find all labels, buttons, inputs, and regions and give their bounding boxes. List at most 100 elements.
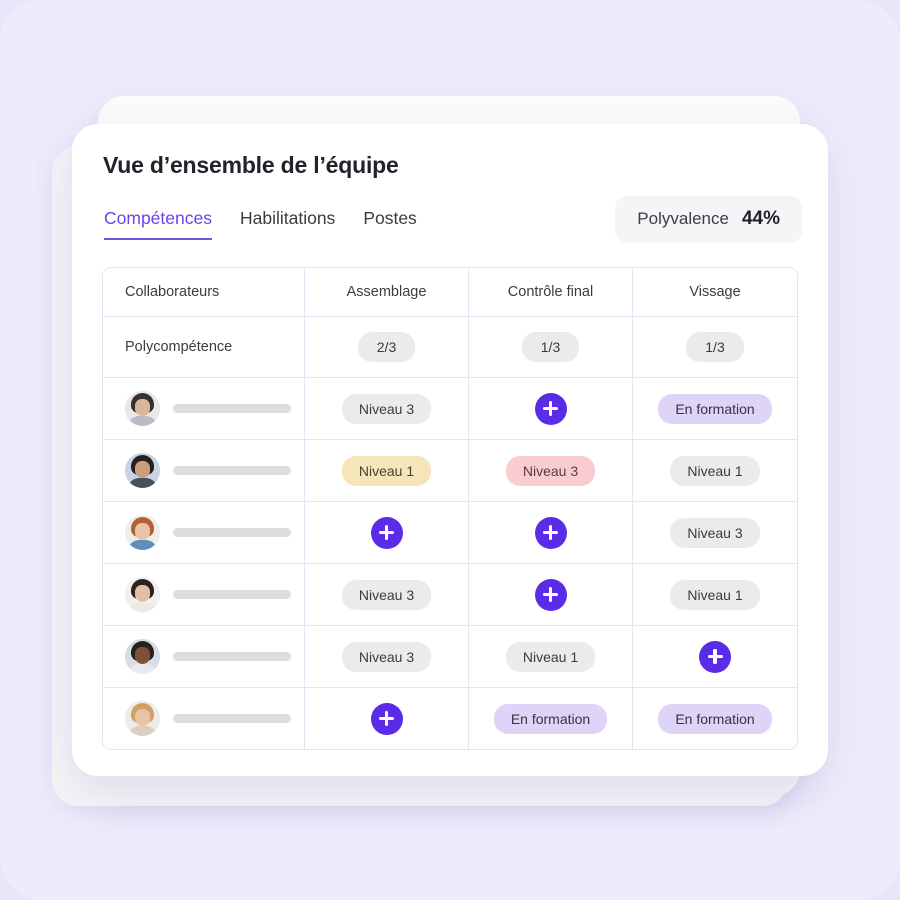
- collaborator: [125, 639, 291, 674]
- skill-chip[interactable]: Niveau 3: [341, 579, 432, 610]
- avatar-body: [128, 416, 157, 426]
- avatar-body: [128, 664, 157, 674]
- skill-cell: En formation: [633, 378, 797, 439]
- tabs-group: Compétences Habilitations Postes: [102, 208, 417, 240]
- avatar-face: [135, 647, 150, 664]
- avatar[interactable]: [125, 639, 160, 674]
- polycompetence-row: Polycompétence 2/3 1/3 1/3: [103, 317, 797, 378]
- add-skill-button[interactable]: [699, 640, 731, 673]
- skill-chip[interactable]: En formation: [493, 703, 608, 734]
- add-skill-button[interactable]: [534, 578, 567, 611]
- collaborator-name-placeholder: [173, 652, 291, 661]
- skill-chip[interactable]: Niveau 3: [341, 393, 432, 424]
- polyvalence-label: Polyvalence: [637, 209, 729, 228]
- collaborator-cell: [103, 378, 305, 439]
- header-label: Vissage: [689, 284, 741, 300]
- polyvalence-badge: Polyvalence 44%: [615, 196, 802, 243]
- skill-cell: En formation: [469, 688, 633, 749]
- collaborator: [125, 391, 291, 426]
- collaborator-cell: [103, 564, 305, 625]
- avatar-body: [128, 726, 157, 736]
- table-body: Niveau 3 En formation Niveau 1 Niveau 3 Nive…: [103, 378, 797, 749]
- table-row: Niveau 1 Niveau 3 Niveau 1: [103, 440, 797, 502]
- skill-chip[interactable]: Niveau 3: [505, 455, 596, 486]
- polycompetence-controle-cell: 1/3: [469, 317, 633, 377]
- add-skill-button[interactable]: [534, 392, 567, 425]
- skill-cell: Niveau 1: [305, 440, 469, 501]
- page-title: Vue d’ensemble de l’équipe: [103, 152, 399, 178]
- skill-chip[interactable]: Niveau 1: [505, 641, 596, 672]
- avatar-face: [135, 523, 150, 540]
- ratio-chip: 2/3: [357, 332, 416, 362]
- tab-postes[interactable]: Postes: [363, 208, 417, 238]
- add-skill-button[interactable]: [370, 702, 403, 735]
- table-row: En formation En formation: [103, 688, 797, 749]
- avatar[interactable]: [125, 453, 160, 488]
- avatar[interactable]: [125, 391, 160, 426]
- table-row: Niveau 3 Niveau 1: [103, 564, 797, 626]
- collaborator: [125, 453, 291, 488]
- collaborator-name-placeholder: [173, 466, 291, 475]
- skill-cell: En formation: [633, 688, 797, 749]
- header-collaborateurs: Collaborateurs: [103, 268, 305, 316]
- header-label: Collaborateurs: [125, 284, 220, 300]
- collaborator: [125, 577, 291, 612]
- add-skill-button[interactable]: [534, 516, 567, 549]
- skill-chip[interactable]: En formation: [658, 703, 772, 734]
- header-controle-final: Contrôle final: [469, 268, 633, 316]
- skill-cell: Niveau 3: [305, 378, 469, 439]
- add-skill-button[interactable]: [370, 516, 403, 549]
- header-vissage: Vissage: [633, 268, 797, 316]
- polyvalence-value: 44%: [741, 208, 780, 229]
- skill-chip[interactable]: Niveau 1: [670, 455, 760, 486]
- skill-cell: Niveau 1: [633, 440, 797, 501]
- collaborator: [125, 701, 291, 736]
- team-overview-card: Vue d’ensemble de l’équipe Compétences H…: [72, 124, 828, 776]
- collaborator-cell: [103, 440, 305, 501]
- avatar-body: [128, 602, 157, 612]
- collaborator-cell: [103, 502, 305, 563]
- header-label: Assemblage: [346, 284, 427, 300]
- table-header-row: Collaborateurs Assemblage Contrôle final…: [103, 268, 797, 317]
- header-assemblage: Assemblage: [305, 268, 469, 316]
- avatar[interactable]: [125, 577, 160, 612]
- skill-cell: [469, 378, 633, 439]
- tab-competences[interactable]: Compétences: [104, 208, 212, 240]
- avatar-face: [135, 585, 150, 602]
- avatar-body: [128, 478, 157, 488]
- avatar-face: [135, 461, 150, 478]
- table-row: Niveau 3: [103, 502, 797, 564]
- skill-cell: [305, 688, 469, 749]
- ratio-chip: 1/3: [686, 332, 744, 362]
- polycompetence-label: Polycompétence: [125, 339, 233, 355]
- avatar[interactable]: [125, 515, 160, 550]
- skill-chip[interactable]: Niveau 3: [341, 641, 432, 672]
- collaborator: [125, 515, 291, 550]
- skill-cell: Niveau 3: [305, 626, 469, 687]
- collaborator-name-placeholder: [173, 404, 291, 413]
- polycompetence-label-cell: Polycompétence: [103, 317, 305, 377]
- skill-chip[interactable]: Niveau 3: [670, 517, 760, 548]
- skill-cell: [633, 626, 797, 687]
- tab-bar: Compétences Habilitations Postes Polyval…: [102, 196, 802, 248]
- skills-table: Collaborateurs Assemblage Contrôle final…: [102, 267, 798, 750]
- table-row: Niveau 3 Niveau 1: [103, 626, 797, 688]
- polycompetence-assemblage-cell: 2/3: [305, 317, 469, 377]
- page-root: Vue d’ensemble de l’équipe Compétences H…: [0, 0, 900, 900]
- ratio-chip: 1/3: [521, 332, 580, 362]
- skill-chip[interactable]: Niveau 1: [341, 455, 432, 486]
- skill-cell: Niveau 3: [469, 440, 633, 501]
- table-row: Niveau 3 En formation: [103, 378, 797, 440]
- skill-cell: [469, 564, 633, 625]
- polycompetence-vissage-cell: 1/3: [633, 317, 797, 377]
- avatar-face: [135, 709, 150, 726]
- skill-cell: Niveau 1: [633, 564, 797, 625]
- collaborator-name-placeholder: [173, 714, 291, 723]
- tab-habilitations[interactable]: Habilitations: [240, 208, 335, 238]
- skill-cell: [305, 502, 469, 563]
- collaborator-name-placeholder: [173, 528, 291, 537]
- avatar[interactable]: [125, 701, 160, 736]
- header-label: Contrôle final: [507, 284, 594, 300]
- skill-chip[interactable]: En formation: [658, 393, 772, 424]
- skill-chip[interactable]: Niveau 1: [670, 579, 760, 610]
